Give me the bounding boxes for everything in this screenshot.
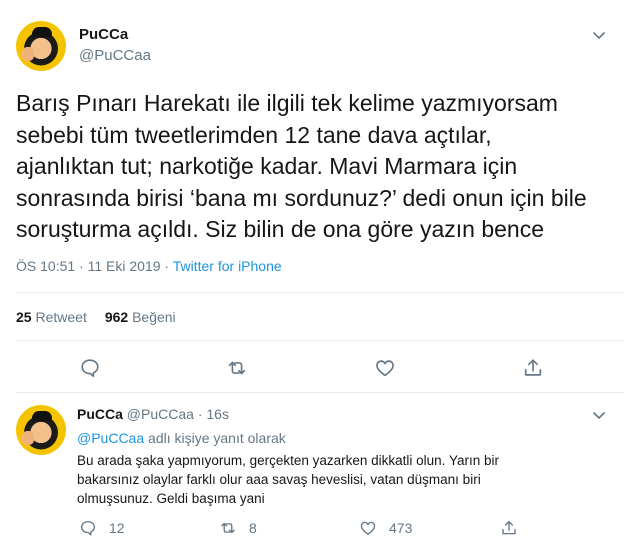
heart-icon	[360, 521, 376, 535]
share-icon	[502, 520, 516, 535]
reply-like-count: 473	[389, 520, 413, 536]
reply-count: 12	[109, 520, 125, 536]
divider	[16, 292, 624, 293]
meta-separator: ·	[75, 258, 88, 274]
heart-icon	[376, 360, 394, 377]
tweet-meta: ÖS 10:51 · 11 Eki 2019 · Twitter for iPh…	[16, 258, 282, 274]
divider	[16, 340, 624, 341]
chevron-down-icon[interactable]	[592, 408, 606, 425]
reply-header: PuCCa @PuCCaa · 16s	[77, 406, 229, 422]
reply-icon	[80, 520, 96, 536]
meta-separator: ·	[160, 258, 173, 274]
reply-like-button[interactable]: 473	[359, 516, 412, 540]
reply-retweet-button[interactable]: 8	[219, 516, 257, 540]
reply-button[interactable]	[77, 355, 103, 381]
reply-reply-button[interactable]: 12	[79, 516, 125, 540]
tweet-date[interactable]: 11 Eki 2019	[88, 258, 161, 274]
reply-text: Bu arada şaka yapmıyorum, gerçekten yaza…	[77, 453, 499, 506]
retweet-icon	[228, 361, 246, 375]
reply-icon	[81, 359, 99, 378]
retweet-stat[interactable]: 25 Retweet	[16, 309, 87, 325]
chevron-down-icon[interactable]	[592, 28, 606, 45]
retweet-count: 25	[16, 309, 32, 325]
tweet-stats: 25 Retweet 962 Beğeni	[16, 309, 176, 325]
author-handle[interactable]: @PuCCaa	[79, 47, 151, 64]
reply-age[interactable]: 16s	[206, 406, 229, 422]
reply-mention-link[interactable]: @PuCCaa	[77, 430, 144, 446]
like-label: Beğeni	[132, 309, 176, 325]
reply-context-text: adlı kişiye yanıt olarak	[144, 430, 286, 446]
like-stat[interactable]: 962 Beğeni	[105, 309, 176, 325]
like-button[interactable]	[372, 355, 398, 381]
meta-separator: ·	[193, 406, 207, 422]
like-count: 962	[104, 309, 129, 325]
retweet-label: Retweet	[35, 309, 87, 325]
tweet-source-link[interactable]: Twitter for iPhone	[173, 258, 282, 274]
reply-share-button[interactable]	[500, 516, 530, 540]
share-icon	[524, 359, 542, 376]
avatar[interactable]	[16, 405, 66, 455]
tweet-text: Barış Pınarı Harekatı ile ilgili tek kel…	[16, 90, 587, 242]
share-button[interactable]	[520, 355, 546, 381]
author-name[interactable]: PuCCa	[79, 26, 128, 43]
reply-author-name[interactable]: PuCCa	[77, 406, 123, 422]
reply-author-handle[interactable]: @PuCCaa	[127, 406, 194, 422]
divider	[16, 392, 624, 393]
tweet-time[interactable]: ÖS 10:51	[16, 258, 75, 274]
reply-context: @PuCCaa adlı kişiye yanıt olarak	[77, 430, 286, 446]
reply-retweet-count: 8	[249, 520, 257, 536]
avatar[interactable]	[16, 21, 66, 71]
retweet-icon	[221, 522, 235, 534]
retweet-button[interactable]	[224, 355, 250, 381]
